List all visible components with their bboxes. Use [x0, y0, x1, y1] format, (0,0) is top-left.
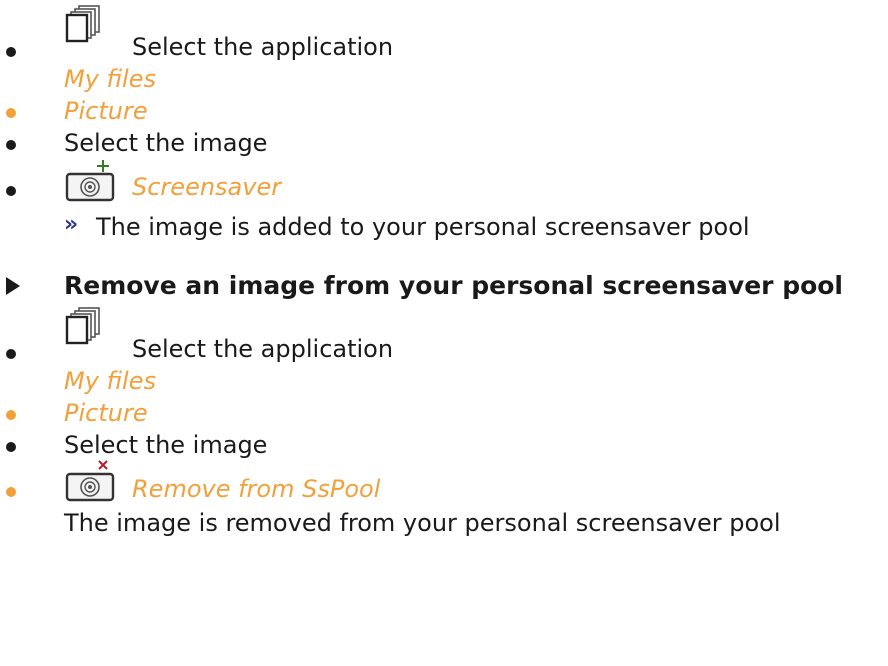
myfiles-link[interactable]: My files	[64, 64, 156, 94]
section-arrow-icon	[6, 277, 20, 295]
step-label: Select the image	[64, 431, 268, 459]
bullet	[6, 140, 16, 150]
result-text: The image is removed from your personal …	[64, 509, 781, 537]
result-marker: ››	[64, 212, 78, 237]
bullet	[6, 410, 16, 420]
files-stack-icon	[65, 5, 100, 43]
picture-link[interactable]: Picture	[64, 96, 148, 126]
screensaver-link[interactable]: Screensaver	[132, 172, 281, 202]
bullet	[6, 349, 16, 359]
step-label: Select the image	[64, 129, 268, 157]
remove-screensaver-icon	[65, 460, 115, 502]
bullet	[6, 442, 16, 452]
bullet	[6, 47, 16, 57]
files-stack-icon	[65, 307, 100, 345]
step-label: Select the application	[132, 335, 394, 363]
step-label: Select the application	[132, 33, 394, 61]
section-heading: Remove an image from your personal scree…	[64, 271, 844, 300]
add-screensaver-icon	[65, 160, 115, 202]
myfiles-link[interactable]: My files	[64, 366, 156, 396]
bullet	[6, 487, 16, 497]
remove-from-sspool-link[interactable]: Remove from SsPool	[132, 474, 380, 504]
bullet	[6, 108, 16, 118]
bullet	[6, 186, 16, 196]
result-text: The image is added to your personal scre…	[96, 213, 750, 241]
picture-link[interactable]: Picture	[64, 398, 148, 428]
